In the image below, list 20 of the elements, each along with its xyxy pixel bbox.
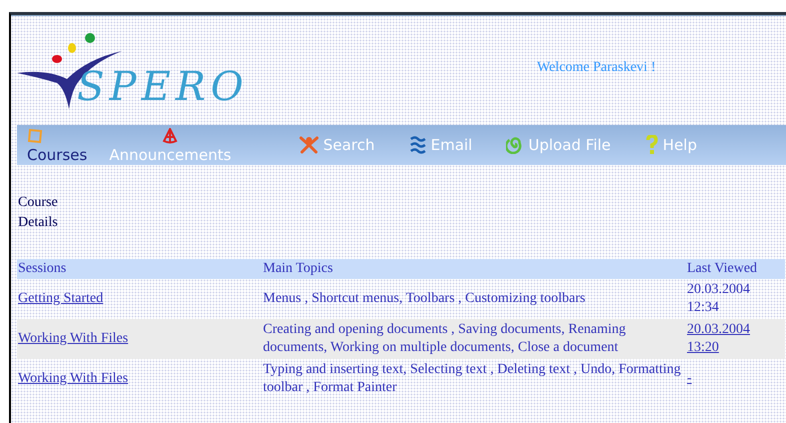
welcome-text: Welcome Paraskevi ! (537, 60, 656, 76)
table-cell: Menus , Shortcut menus, Toolbars , Customizing toolbars (262, 279, 686, 319)
nav-tab[interactable]: Courses (17, 128, 88, 165)
session-link[interactable]: Working With Files (18, 331, 128, 346)
table-cell: Typing and inserting text, Selecting text , Deleting text , Undo, Formatting toolbar , Format Painter (262, 359, 686, 399)
session-link[interactable]: Working With Files (18, 371, 128, 386)
column-header: Sessions (17, 259, 262, 279)
section-title: Course Details (18, 194, 59, 232)
person-icon (299, 136, 320, 154)
cone-icon (162, 128, 178, 144)
table-cell: Creating and opening documents , Saving documents, Renaming documents, Working on multiple documents, Close a document (262, 319, 686, 359)
waves-icon (408, 136, 427, 154)
date-link[interactable]: - (687, 370, 767, 388)
date-text: 20.03.2004 12:34 (687, 281, 751, 317)
logo-text: SPERO (77, 67, 248, 107)
session-link[interactable]: Getting Started (18, 291, 104, 306)
column-header: Main Topics (262, 259, 686, 279)
question-icon (644, 135, 659, 155)
column-header: Last Viewed (686, 259, 785, 279)
spiral-icon (506, 136, 524, 154)
